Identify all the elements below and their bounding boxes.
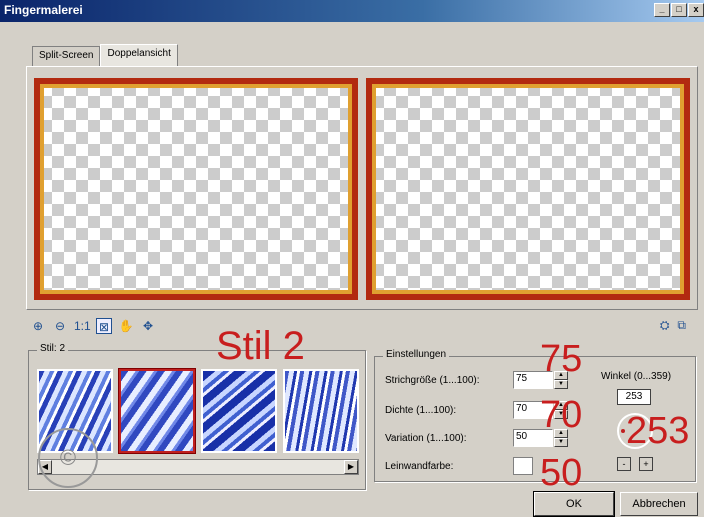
fit-window-icon[interactable]: ⊠ [96, 318, 112, 334]
annotation-density: 70 [540, 394, 583, 436]
copyright-stamp: © [38, 428, 98, 488]
title-bar: Fingermalerei _ □ x [0, 0, 704, 22]
tab-double-view[interactable]: Doppelansicht [100, 44, 178, 66]
style-thumb-4[interactable] [283, 369, 359, 453]
minimize-button[interactable]: _ [654, 3, 670, 17]
scroll-right-icon[interactable]: ▶ [344, 460, 358, 474]
zoom-out-icon[interactable]: ⊖ [52, 318, 68, 334]
actual-size-icon[interactable]: 1:1 [74, 318, 91, 334]
annotation-stil: Stil 2 [216, 324, 305, 368]
settings-legend: Einstellungen [383, 349, 450, 360]
variation-label: Variation (1...100): [385, 432, 467, 444]
auto-preview-icon[interactable]: ⛭ [660, 318, 670, 333]
preview-tools: ⛭ ⧉ [660, 318, 686, 333]
style-thumb-3[interactable] [201, 369, 277, 453]
preview-before [34, 78, 358, 300]
ok-button[interactable]: OK [533, 491, 615, 517]
hand-tool-icon[interactable]: ✋ [118, 318, 134, 334]
size-label: Strichgröße (1...100): [385, 374, 480, 386]
canvas-row: Leinwandfarbe: [385, 457, 533, 475]
close-button[interactable]: x [688, 3, 704, 17]
preview-after [366, 78, 690, 300]
dial-indicator-icon [621, 429, 625, 433]
angle-label: Winkel (0...359) [601, 371, 672, 382]
annotation-variation: 50 [540, 452, 583, 494]
angle-minus-button[interactable]: - [617, 457, 631, 471]
maximize-button[interactable]: □ [671, 3, 687, 17]
style-thumb-2[interactable] [118, 368, 196, 454]
view-tabs: Split-Screen Doppelansicht [32, 44, 178, 66]
reset-preview-icon[interactable]: ⧉ [677, 318, 686, 333]
tab-split-screen[interactable]: Split-Screen [32, 46, 101, 66]
canvas-color-label: Leinwandfarbe: [385, 460, 454, 472]
annotation-size: 75 [540, 338, 583, 380]
density-label: Dichte (1...100): [385, 404, 457, 416]
angle-plus-button[interactable]: + [639, 457, 653, 471]
zoom-in-icon[interactable]: ⊕ [30, 318, 46, 334]
window-title: Fingermalerei [4, 3, 83, 17]
canvas-color-swatch[interactable] [513, 457, 533, 475]
angle-input[interactable]: 253 [617, 389, 651, 405]
move-arrows-icon[interactable]: ✥ [140, 318, 156, 334]
annotation-angle: 253 [626, 410, 690, 452]
zoom-toolbar: ⊕ ⊖ 1:1 ⊠ ✋ ✥ [30, 318, 156, 334]
style-legend: Stil: 2 [37, 343, 69, 354]
cancel-button[interactable]: Abbrechen [620, 492, 698, 516]
